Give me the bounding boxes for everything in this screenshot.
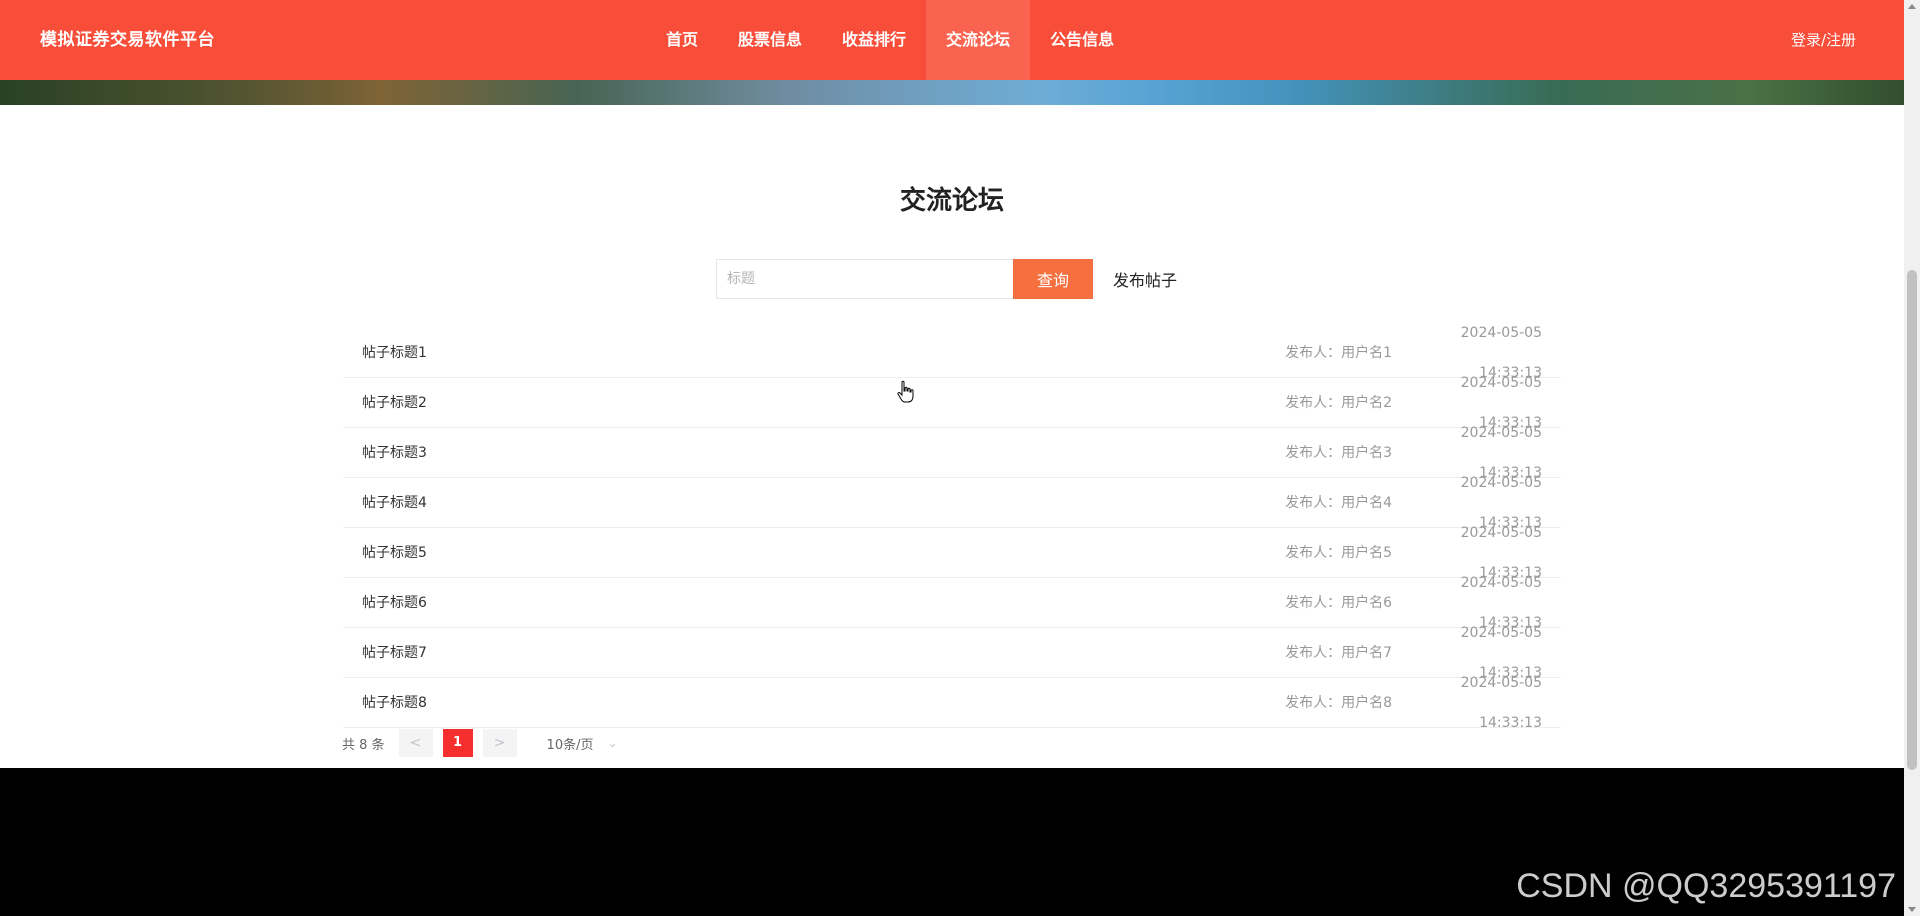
list-item[interactable]: 帖子标题4 发布人：用户名4 2024-05-05 14:33:13 bbox=[343, 475, 1561, 531]
post-list: 帖子标题1 发布人：用户名1 2024-05-05 14:33:13 帖子标题2… bbox=[343, 325, 1561, 731]
post-title[interactable]: 帖子标题8 bbox=[362, 683, 1272, 723]
main-nav: 首页 股票信息 收益排行 交流论坛 公告信息 bbox=[646, 0, 1134, 80]
page: 模拟证券交易软件平台 首页 股票信息 收益排行 交流论坛 公告信息 登录/注册 … bbox=[0, 0, 1904, 916]
post-author: 发布人：用户名7 bbox=[1285, 644, 1392, 661]
nav-item-announcements[interactable]: 公告信息 bbox=[1030, 0, 1134, 80]
pagination: 共 8 条 < 1 > 10条/页 ⌄ bbox=[342, 728, 618, 758]
site-brand[interactable]: 模拟证券交易软件平台 bbox=[40, 0, 215, 80]
footer: CSDN @QQ3295391197 bbox=[0, 768, 1904, 916]
search-input[interactable] bbox=[716, 259, 1013, 299]
post-author: 发布人：用户名3 bbox=[1285, 444, 1392, 461]
page-size-select[interactable]: 10条/页 ⌄ bbox=[547, 734, 618, 753]
post-title[interactable]: 帖子标题2 bbox=[362, 383, 1272, 423]
page-size-label: 10条/页 bbox=[546, 737, 594, 753]
scroll-thumb[interactable] bbox=[1907, 270, 1917, 770]
prev-page-button[interactable]: < bbox=[398, 729, 433, 757]
publish-post-button[interactable]: 发布帖子 bbox=[1113, 267, 1177, 291]
post-title[interactable]: 帖子标题7 bbox=[362, 633, 1272, 673]
scroll-down-icon[interactable] bbox=[1908, 907, 1916, 912]
nav-item-home[interactable]: 首页 bbox=[646, 0, 718, 80]
next-page-button[interactable]: > bbox=[482, 729, 517, 757]
scroll-up-icon[interactable] bbox=[1908, 4, 1916, 9]
post-author: 发布人：用户名6 bbox=[1285, 594, 1392, 611]
post-author: 发布人：用户名8 bbox=[1285, 694, 1392, 711]
chevron-down-icon: ⌄ bbox=[607, 736, 618, 750]
post-author: 发布人：用户名2 bbox=[1285, 394, 1392, 411]
total-count: 共 8 条 bbox=[342, 737, 385, 753]
list-item[interactable]: 帖子标题6 发布人：用户名6 2024-05-05 14:33:13 bbox=[343, 575, 1561, 631]
login-register-link[interactable]: 登录/注册 bbox=[1791, 0, 1856, 80]
page-title: 交流论坛 bbox=[899, 186, 1004, 216]
list-item[interactable]: 帖子标题7 发布人：用户名7 2024-05-05 14:33:13 bbox=[343, 625, 1561, 681]
nav-item-stocks[interactable]: 股票信息 bbox=[718, 0, 822, 80]
post-author: 发布人：用户名5 bbox=[1285, 544, 1392, 561]
post-author: 发布人：用户名4 bbox=[1285, 494, 1392, 511]
hand-pointer-icon bbox=[897, 380, 914, 403]
post-time: 2024-05-05 14:33:13 bbox=[1460, 674, 1542, 731]
list-item[interactable]: 帖子标题2 发布人：用户名2 2024-05-05 14:33:13 bbox=[343, 375, 1561, 431]
list-item[interactable]: 帖子标题3 发布人：用户名3 2024-05-05 14:33:13 bbox=[343, 425, 1561, 481]
nav-item-forum[interactable]: 交流论坛 bbox=[926, 0, 1031, 80]
post-title[interactable]: 帖子标题3 bbox=[362, 433, 1272, 473]
post-title[interactable]: 帖子标题1 bbox=[362, 333, 1272, 373]
header: 模拟证券交易软件平台 首页 股票信息 收益排行 交流论坛 公告信息 登录/注册 bbox=[0, 0, 1904, 80]
post-title[interactable]: 帖子标题5 bbox=[362, 533, 1272, 573]
nav-item-ranking[interactable]: 收益排行 bbox=[822, 0, 926, 80]
list-item[interactable]: 帖子标题1 发布人：用户名1 2024-05-05 14:33:13 bbox=[343, 325, 1561, 381]
list-item[interactable]: 帖子标题8 发布人：用户名8 2024-05-05 14:33:13 bbox=[343, 675, 1561, 731]
post-title[interactable]: 帖子标题6 bbox=[362, 583, 1272, 623]
post-author: 发布人：用户名1 bbox=[1285, 344, 1392, 361]
search-button[interactable]: 查询 bbox=[1013, 259, 1093, 299]
search-bar: 查询 发布帖子 bbox=[716, 259, 1177, 299]
list-item[interactable]: 帖子标题5 发布人：用户名5 2024-05-05 14:33:13 bbox=[343, 525, 1561, 581]
vertical-scrollbar[interactable] bbox=[1904, 0, 1920, 916]
page-number-current[interactable]: 1 bbox=[442, 729, 473, 757]
watermark-text: CSDN @QQ3295391197 bbox=[1516, 867, 1896, 905]
post-title[interactable]: 帖子标题4 bbox=[362, 483, 1272, 523]
